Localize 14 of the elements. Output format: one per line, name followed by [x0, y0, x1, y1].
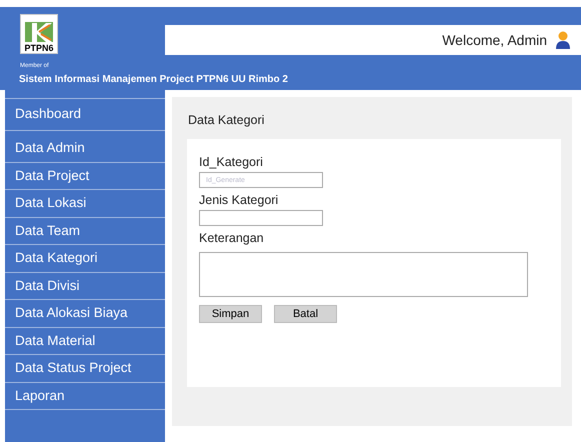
user-avatar-icon [555, 31, 571, 49]
field-label: Jenis Kategori [199, 193, 278, 207]
text-field[interactable] [199, 210, 323, 226]
form-title: Data Kategori [188, 113, 264, 127]
welcome-text: Welcome, Admin [442, 32, 547, 48]
field-label: Id_Kategori [199, 155, 263, 169]
logo-text: PTPN6 [24, 43, 54, 53]
textarea-field[interactable] [199, 252, 528, 297]
logo-icon [24, 21, 54, 43]
save-button[interactable]: Simpan [199, 305, 262, 323]
cancel-button[interactable]: Batal [274, 305, 337, 323]
field-label: Keterangan [199, 231, 264, 245]
app-title: Sistem Informasi Manajemen Project PTPN6 UU Rimbo 2 [19, 74, 288, 85]
sidebar-item[interactable]: Dashboard [5, 98, 165, 131]
